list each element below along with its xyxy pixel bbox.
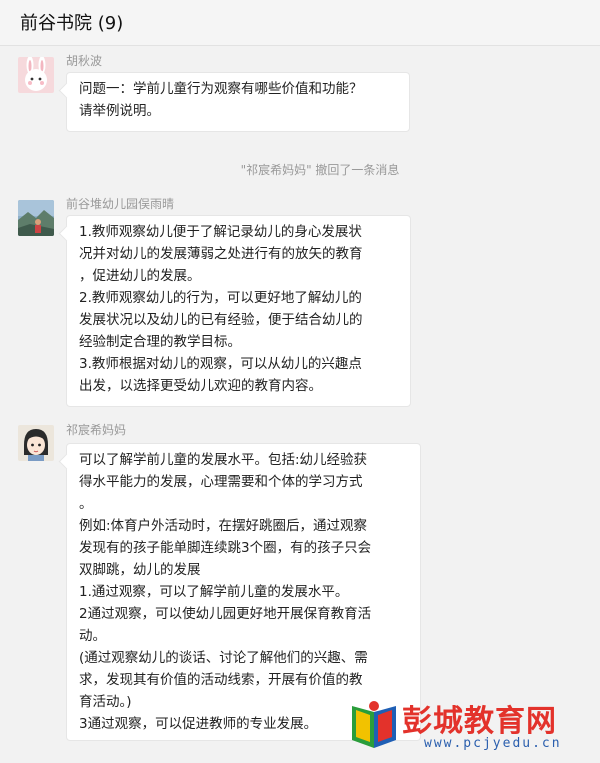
message-line: 经验制定合理的教学目标。: [79, 334, 241, 350]
message-line: 3.教师根据对幼儿的观察，可以从幼儿的兴趣点: [79, 356, 362, 372]
message-line: 。: [79, 496, 93, 512]
landscape-avatar-icon[interactable]: [18, 200, 54, 236]
message-bubble[interactable]: 1.教师观察幼儿便于了解记录幼儿的身心发展状 况并对幼儿的发展薄弱之处进行有的放…: [66, 215, 411, 407]
recall-notice: "祁宸希妈妈" 撤回了一条消息: [0, 161, 600, 178]
message-line: 出发，以选择更受幼儿欢迎的教育内容。: [79, 378, 322, 394]
recall-notice-text: "祁宸希妈妈" 撤回了一条消息: [240, 163, 400, 177]
message-line: 问题一：学前儿童行为观察有哪些价值和功能？: [79, 81, 363, 97]
sender-name[interactable]: 胡秋波: [66, 52, 102, 69]
message-line: 动。: [79, 628, 106, 644]
book-logo-icon: [352, 701, 396, 748]
watermark-url: www.pcjyedu.cn: [424, 736, 562, 751]
message-bubble[interactable]: 问题一：学前儿童行为观察有哪些价值和功能？ 请举例说明。: [66, 72, 410, 132]
watermark-text: 彭城教育网: [402, 704, 557, 739]
cartoon-girl-avatar-icon[interactable]: [18, 425, 54, 461]
chat-header: 前谷书院 (9): [0, 0, 600, 46]
message-line: ，促进幼儿的发展。: [79, 268, 201, 284]
message-line: 双脚跳，幼儿的发展: [79, 562, 201, 578]
sender-name[interactable]: 前谷堆幼儿园俣雨晴: [66, 195, 174, 212]
message-line: 例如:体育户外活动时，在摆好跳圈后，通过观察: [79, 518, 368, 534]
message-line: 请举例说明。: [79, 103, 160, 119]
chat-title[interactable]: 前谷书院 (9): [20, 9, 123, 35]
message-line: 得水平能力的发展，心理需要和个体的学习方式: [79, 474, 363, 490]
message-line: 2.教师观察幼儿的行为，可以更好地了解幼儿的: [79, 290, 362, 306]
message-line: 1.通过观察，可以了解学前儿童的发展水平。: [79, 584, 349, 600]
message-line: (通过观察幼儿的谈话、讨论了解他们的兴趣、需: [79, 650, 368, 666]
message-line: 求，发现其有价值的活动线索，开展有价值的教: [79, 672, 363, 688]
sender-name[interactable]: 祁宸希妈妈: [66, 421, 126, 438]
message-line: 发展状况以及幼儿的已有经验，便于结合幼儿的: [79, 312, 363, 328]
message-line: 发现有的孩子能单脚连续跳3个圈，有的孩子只会: [79, 540, 372, 556]
watermark: 彭城教育网 www.pcjyedu.cn: [348, 694, 598, 760]
message-line: 可以了解学前儿童的发展水平。包括:幼儿经验获: [79, 452, 368, 468]
message-line: 况并对幼儿的发展薄弱之处进行有的放矢的教育: [79, 246, 363, 262]
message-line: 1.教师观察幼儿便于了解记录幼儿的身心发展状: [79, 224, 362, 240]
bunny-avatar-icon[interactable]: [18, 57, 54, 93]
message-line: 2通过观察，可以使幼儿园更好地开展保育教育活: [79, 606, 372, 622]
